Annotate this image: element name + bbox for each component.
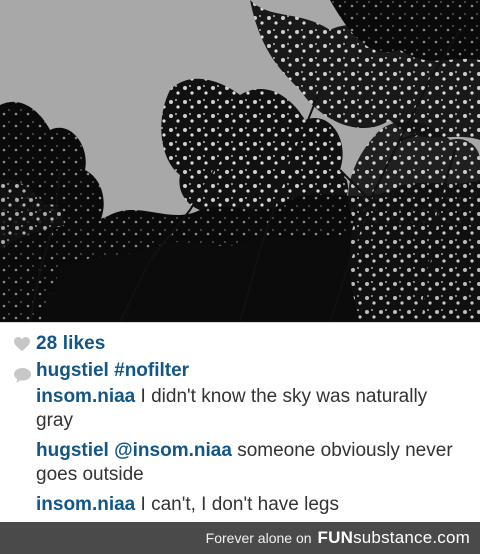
speech-bubble-icon xyxy=(14,368,31,383)
heart-icon xyxy=(14,336,30,351)
comment-3: insom.niaa I can't, I don't have legs xyxy=(36,493,456,517)
likes-count[interactable]: 28 likes xyxy=(36,333,105,355)
caption: hugstiel #nofilter xyxy=(36,359,456,383)
caption-username[interactable]: hugstiel xyxy=(36,360,109,381)
comment-2-mention[interactable]: @insom.niaa xyxy=(114,440,232,461)
footer-tagline: Forever alone on xyxy=(205,530,312,546)
comment-3-username[interactable]: insom.niaa xyxy=(36,494,135,515)
comment-2: hugstiel @insom.niaa someone obviously n… xyxy=(36,439,456,487)
comment-1-username[interactable]: insom.niaa xyxy=(36,386,135,407)
site-logo-strong: FUN xyxy=(317,528,354,547)
likes-row[interactable]: 28 likes xyxy=(14,331,105,357)
comment-3-text: I can't, I don't have legs xyxy=(140,494,339,515)
site-logo[interactable]: FUNsubstance.com xyxy=(318,528,470,548)
comment-2-username[interactable]: hugstiel xyxy=(36,440,109,461)
tree-silhouette-image xyxy=(0,0,480,322)
caption-hashtag[interactable]: #nofilter xyxy=(114,360,189,381)
post-photo[interactable] xyxy=(0,0,480,322)
comment-1: insom.niaa I didn't know the sky was nat… xyxy=(36,385,456,433)
site-logo-rest: substance.com xyxy=(353,528,470,547)
watermark-footer: Forever alone on FUNsubstance.com xyxy=(0,522,480,554)
post-info: 28 likes hugstiel #nofilter insom.niaa I… xyxy=(0,322,480,521)
